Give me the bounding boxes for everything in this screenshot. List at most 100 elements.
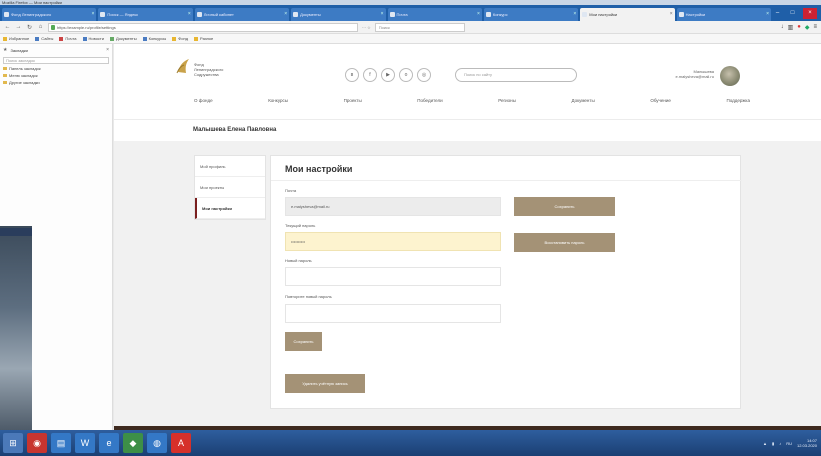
language-indicator[interactable]: RU [786, 441, 792, 446]
pdf-icon[interactable]: A [171, 433, 191, 453]
back-icon[interactable]: ← [4, 24, 11, 30]
close-tab-icon[interactable]: × [766, 8, 769, 21]
youtube-icon[interactable]: ▶ [381, 68, 395, 82]
save-email-button[interactable]: Сохранить [514, 197, 615, 216]
profile-menu-item[interactable]: Мой профиль [195, 156, 265, 177]
bookmark-icon [109, 36, 114, 41]
browser-tab[interactable]: Почта × [387, 8, 482, 21]
word-icon[interactable]: W [75, 433, 95, 453]
confirm-password-field[interactable] [285, 304, 501, 323]
new-password-label: Новый пароль [285, 258, 312, 263]
firefox-icon[interactable]: ◍ [147, 433, 167, 453]
network-icon[interactable]: ▮ [772, 441, 774, 446]
sidepanel-item[interactable]: Меню закладок [0, 72, 112, 79]
avatar[interactable] [720, 66, 740, 86]
nav-item[interactable]: Поддержка [727, 98, 750, 103]
close-tab-icon[interactable]: × [381, 8, 384, 21]
ok-icon[interactable]: о [399, 68, 413, 82]
main-nav: О фонде Конкурсы Проекты Победители Реги… [194, 98, 750, 103]
app-icon[interactable]: ◉ [27, 433, 47, 453]
sidepanel-search-input[interactable]: Поиск закладок [3, 57, 109, 64]
close-icon[interactable]: × [106, 47, 109, 53]
browser-icon[interactable]: e [99, 433, 119, 453]
maximize-icon[interactable]: □ [788, 10, 797, 16]
profile-menu-item[interactable]: Мои проекты [195, 177, 265, 198]
bookmark-item[interactable]: Новости [82, 36, 104, 41]
delete-account-button[interactable]: Удалить учётную запись [285, 374, 365, 393]
vk-icon[interactable]: в [345, 68, 359, 82]
taskbar: ⊞ ◉ ▤ W e ◆ ◍ A ▲ ▮ ♪ RU 14:07 12.03.202… [0, 430, 821, 456]
tray-arrow-icon[interactable]: ▲ [763, 441, 767, 446]
url-bar[interactable]: https://example.ru/profile/settings [48, 22, 358, 32]
user-info[interactable]: Малышева e.malysheva@mail.ru [654, 69, 714, 79]
profile-menu: Мой профиль Мои проекты Мои настройки [194, 155, 266, 220]
site-search-input[interactable]: Поиск по сайту [455, 68, 577, 82]
page-actions-icon[interactable]: ⋯ ☆ [362, 25, 371, 30]
favicon-icon [582, 12, 588, 17]
forward-icon[interactable]: → [15, 24, 22, 30]
email-label: Почта [285, 188, 297, 193]
bookmark-item[interactable]: Почта [59, 36, 77, 41]
current-password-field[interactable]: •••••••••• [285, 232, 501, 251]
bookmark-item[interactable]: Конкурсы [142, 36, 166, 41]
new-password-field[interactable] [285, 267, 501, 286]
site-header: Фонд Ленинградского Содружества в f ▶ о … [114, 44, 821, 119]
sidepanel-item[interactable]: Другие закладки [0, 79, 112, 86]
save-button[interactable]: Сохранить [285, 332, 322, 351]
close-window-icon[interactable]: × [803, 7, 817, 19]
instagram-icon[interactable]: ◎ [417, 68, 431, 82]
facebook-icon[interactable]: f [363, 68, 377, 82]
start-icon[interactable]: ⊞ [3, 433, 23, 453]
profile-name-band: Малышева Елена Павловна [114, 119, 821, 141]
minimize-icon[interactable]: – [773, 10, 782, 16]
profile-menu-item-active[interactable]: Мои настройки [195, 198, 265, 219]
close-tab-icon[interactable]: × [284, 8, 287, 21]
nav-item[interactable]: Конкурсы [268, 98, 288, 103]
browser-tab[interactable]: Документы × [291, 8, 386, 21]
system-tray: ▲ ▮ ♪ RU 14:07 12.03.2020 [763, 438, 821, 448]
reload-icon[interactable]: ↻ [26, 24, 33, 31]
browser-tab[interactable]: Поиск — Яндекс × [98, 8, 193, 21]
close-tab-icon[interactable]: × [188, 8, 191, 21]
bookmark-item[interactable]: Разное [194, 36, 213, 41]
menu-icon[interactable]: ≡ [813, 24, 817, 31]
favicon-icon [678, 12, 684, 17]
bookmark-icon [142, 36, 147, 41]
site-logo-icon[interactable] [176, 58, 190, 74]
browser-tab[interactable]: Фонд Ленинградского × [2, 8, 97, 21]
close-tab-icon[interactable]: × [670, 8, 673, 21]
close-tab-icon[interactable]: × [477, 8, 480, 21]
nav-item[interactable]: Проекты [344, 98, 362, 103]
home-icon[interactable]: ⌂ [37, 24, 44, 30]
profile-person-name: Малышева Елена Павловна [193, 127, 277, 133]
email-field[interactable]: e.malysheva@mail.ru [285, 197, 501, 216]
library-icon[interactable]: ▥ [788, 24, 794, 31]
browser-tab[interactable]: Личный кабинет × [194, 8, 290, 21]
nav-item[interactable]: Регионы [498, 98, 516, 103]
volume-icon[interactable]: ♪ [779, 441, 781, 446]
browser-tab-active[interactable]: Мои настройки × [580, 8, 675, 21]
nav-item[interactable]: О фонде [194, 98, 213, 103]
sidepanel-item[interactable]: Панель закладок [0, 65, 112, 72]
bookmark-item[interactable]: Фонд [172, 36, 188, 41]
browser-tab[interactable]: Настройки × [676, 8, 771, 21]
site-logo-text[interactable]: Фонд Ленинградского Содружества [194, 62, 223, 77]
bookmark-item[interactable]: Сайты [35, 36, 53, 41]
nav-item[interactable]: Документы [572, 98, 595, 103]
browser-search-input[interactable]: Поиск [374, 22, 465, 32]
extension-icon[interactable]: ◆ [805, 24, 810, 31]
nav-item[interactable]: Победители [417, 98, 442, 103]
extension-icon[interactable]: ● [797, 24, 801, 31]
close-tab-icon[interactable]: × [573, 8, 576, 21]
clock[interactable]: 14:07 12.03.2020 [797, 438, 817, 448]
download-icon[interactable]: ↓ [781, 24, 784, 31]
web-page: Фонд Ленинградского Содружества в f ▶ о … [114, 44, 821, 430]
browser-tab[interactable]: Конкурс × [483, 8, 579, 21]
nav-item[interactable]: Обучение [650, 98, 671, 103]
bookmark-item[interactable]: Документы [109, 36, 137, 41]
explorer-icon[interactable]: ▤ [51, 433, 71, 453]
reset-password-button[interactable]: Восстановить пароль [514, 233, 615, 252]
bookmark-item[interactable]: Избранное [3, 36, 29, 41]
app-icon[interactable]: ◆ [123, 433, 143, 453]
close-tab-icon[interactable]: × [91, 8, 94, 21]
